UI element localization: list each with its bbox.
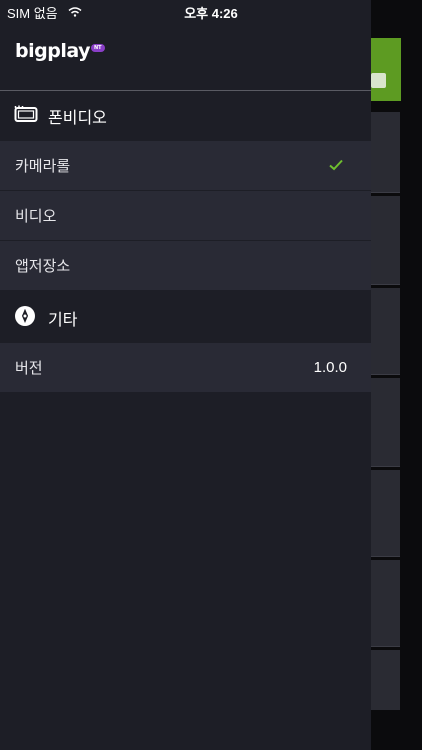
version-value: 1.0.0 (313, 359, 347, 376)
status-time: 오후 4:26 (184, 6, 238, 21)
background-divider (370, 556, 400, 557)
background-header-accent (370, 38, 401, 101)
background-list-item (370, 650, 400, 710)
background-divider (370, 646, 400, 647)
section-header-phone-video: 폰비디오 (0, 91, 371, 141)
menu-item-label: 비디오 (15, 207, 57, 225)
section-title: 폰비디오 (48, 108, 107, 127)
background-photo-icon (371, 73, 386, 88)
compass-icon (15, 306, 35, 330)
background-list-item (370, 196, 400, 284)
menu-item-camera-roll[interactable]: 카메라롤 (0, 141, 371, 191)
navigation-drawer: bigplay NT 폰비디오 카메라롤 비디오 앱저장소 기타 버전 1.0.… (0, 0, 371, 750)
menu-item-label: 버전 (15, 359, 43, 377)
menu-item-label: 앱저장소 (15, 257, 71, 275)
menu-item-version: 버전 1.0.0 (0, 343, 371, 393)
background-divider (370, 466, 400, 467)
checkmark-icon (329, 157, 343, 175)
logo-badge: NT (90, 44, 105, 52)
background-divider (370, 192, 400, 193)
background-list-item (370, 112, 400, 192)
section-title: 기타 (48, 310, 78, 329)
status-bar: SIM 없음 오후 4:26 (0, 0, 422, 24)
tv-icon (14, 105, 38, 127)
section-header-etc: 기타 (0, 293, 371, 343)
brand-logo: bigplay NT (15, 40, 105, 62)
background-list-item (370, 288, 400, 374)
menu-item-label: 카메라롤 (15, 157, 71, 175)
menu-item-video[interactable]: 비디오 (0, 191, 371, 241)
logo-text: bigplay (15, 40, 90, 62)
background-list-item (370, 560, 400, 646)
background-divider (370, 374, 400, 375)
menu-item-app-storage[interactable]: 앱저장소 (0, 241, 371, 291)
background-list-item (370, 378, 400, 466)
background-list-item (370, 470, 400, 556)
background-divider (370, 284, 400, 285)
